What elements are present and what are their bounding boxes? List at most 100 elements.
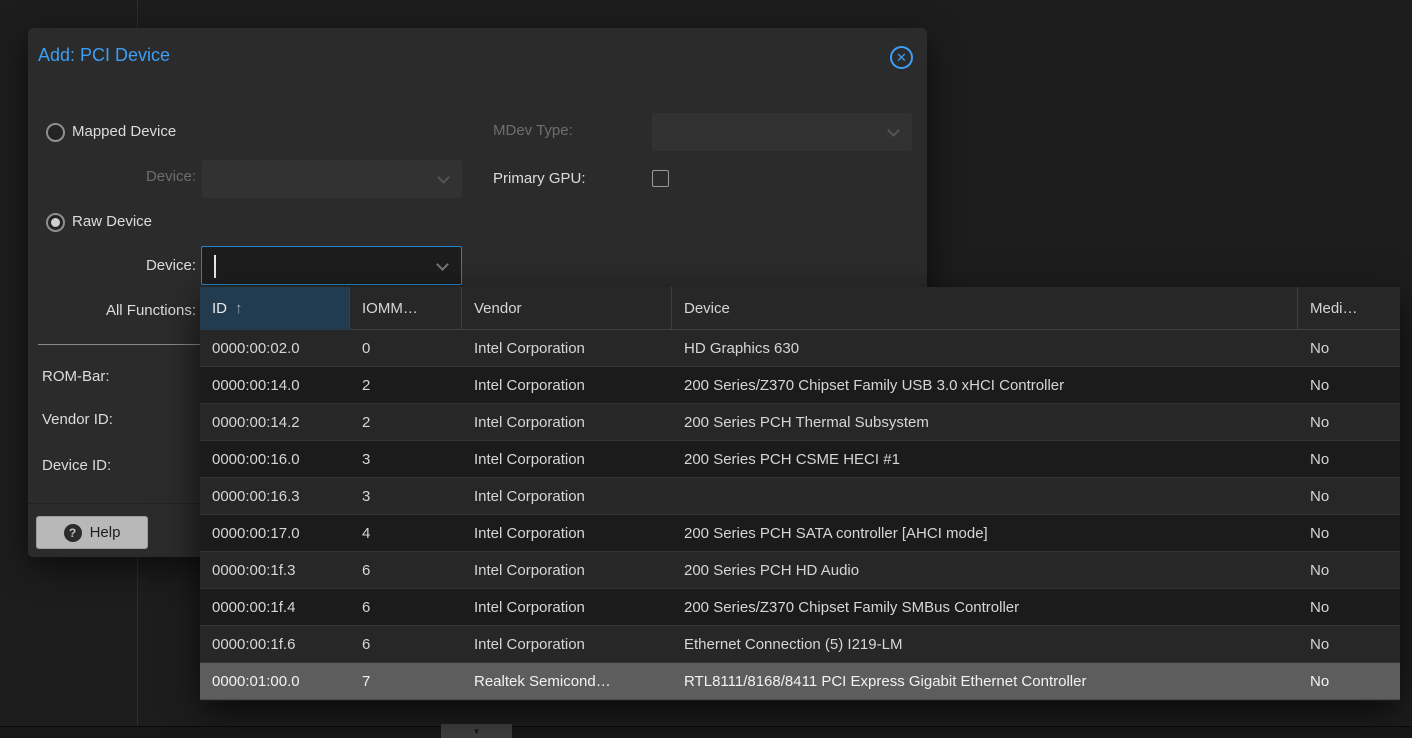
cell-iommu: 3 bbox=[350, 441, 462, 477]
text-caret bbox=[214, 255, 216, 278]
desktop-background: ▼ Add: PCI Device ✕ Mapped Device MDev T… bbox=[0, 0, 1412, 738]
close-icon[interactable]: ✕ bbox=[890, 46, 913, 69]
column-header-label: Vendor bbox=[474, 300, 522, 317]
cell-vendor: Intel Corporation bbox=[462, 552, 672, 588]
cell-device: HD Graphics 630 bbox=[672, 330, 1298, 366]
help-button[interactable]: ? Help bbox=[36, 516, 148, 549]
cell-iommu: 6 bbox=[350, 552, 462, 588]
cell-iommu: 6 bbox=[350, 626, 462, 662]
device-table-body: 0000:00:02.00Intel CorporationHD Graphic… bbox=[200, 330, 1400, 700]
primary-gpu-checkbox[interactable] bbox=[652, 170, 669, 187]
cell-iommu: 0 bbox=[350, 330, 462, 366]
cell-mediated: No bbox=[1298, 367, 1400, 403]
cell-vendor: Intel Corporation bbox=[462, 515, 672, 551]
mdev-type-label: MDev Type: bbox=[493, 121, 573, 141]
column-header-device[interactable]: Device bbox=[672, 287, 1298, 330]
mapped-device-radio[interactable] bbox=[46, 123, 65, 142]
column-header-id[interactable]: ID ↑ bbox=[200, 287, 350, 330]
cell-device bbox=[672, 478, 1298, 514]
cell-vendor: Realtek Semicond… bbox=[462, 663, 672, 699]
mapped-device-radio-label: Mapped Device bbox=[72, 122, 176, 142]
cell-mediated: No bbox=[1298, 404, 1400, 440]
cell-device: 200 Series/Z370 Chipset Family USB 3.0 x… bbox=[672, 367, 1298, 403]
cell-mediated: No bbox=[1298, 589, 1400, 625]
cell-device: Ethernet Connection (5) I219-LM bbox=[672, 626, 1298, 662]
cell-id: 0000:01:00.0 bbox=[200, 663, 350, 699]
device-row[interactable]: 0000:00:14.02Intel Corporation200 Series… bbox=[200, 367, 1400, 404]
all-functions-label: All Functions: bbox=[58, 301, 196, 321]
cell-mediated: No bbox=[1298, 478, 1400, 514]
chevron-down-icon bbox=[887, 124, 900, 137]
mapped-device-combo-label: Device: bbox=[58, 167, 196, 187]
cell-vendor: Intel Corporation bbox=[462, 367, 672, 403]
cell-id: 0000:00:16.0 bbox=[200, 441, 350, 477]
cell-mediated: No bbox=[1298, 626, 1400, 662]
cell-vendor: Intel Corporation bbox=[462, 626, 672, 662]
raw-device-combo-label: Device: bbox=[58, 256, 196, 276]
cell-iommu: 4 bbox=[350, 515, 462, 551]
column-header-label: ID bbox=[212, 300, 227, 317]
chevron-down-icon bbox=[437, 171, 450, 184]
device-row[interactable]: 0000:00:14.22Intel Corporation200 Series… bbox=[200, 404, 1400, 441]
device-table-header: ID ↑ IOMM… Vendor Device Medi… bbox=[200, 287, 1400, 330]
cell-device: 200 Series/Z370 Chipset Family SMBus Con… bbox=[672, 589, 1298, 625]
device-row[interactable]: 0000:00:17.04Intel Corporation200 Series… bbox=[200, 515, 1400, 552]
cell-device: 200 Series PCH SATA controller [AHCI mod… bbox=[672, 515, 1298, 551]
cell-id: 0000:00:16.3 bbox=[200, 478, 350, 514]
device-id-label: Device ID: bbox=[42, 456, 111, 476]
device-row[interactable]: 0000:00:1f.46Intel Corporation200 Series… bbox=[200, 589, 1400, 626]
device-row[interactable]: 0000:00:16.33Intel Corporation No bbox=[200, 478, 1400, 515]
column-header-label: Medi… bbox=[1310, 300, 1358, 317]
sort-asc-icon: ↑ bbox=[235, 300, 243, 317]
cell-id: 0000:00:14.2 bbox=[200, 404, 350, 440]
cell-mediated: No bbox=[1298, 552, 1400, 588]
cell-iommu: 6 bbox=[350, 589, 462, 625]
cell-vendor: Intel Corporation bbox=[462, 404, 672, 440]
vendor-id-label: Vendor ID: bbox=[42, 410, 113, 430]
cell-mediated: No bbox=[1298, 330, 1400, 366]
device-row[interactable]: 0000:00:1f.66Intel CorporationEthernet C… bbox=[200, 626, 1400, 663]
cell-vendor: Intel Corporation bbox=[462, 478, 672, 514]
panel-collapse-handle[interactable]: ▼ bbox=[441, 724, 512, 738]
column-header-iommu[interactable]: IOMM… bbox=[350, 287, 462, 330]
cell-vendor: Intel Corporation bbox=[462, 589, 672, 625]
cell-iommu: 2 bbox=[350, 404, 462, 440]
cell-id: 0000:00:14.0 bbox=[200, 367, 350, 403]
device-row[interactable]: 0000:00:1f.36Intel Corporation200 Series… bbox=[200, 552, 1400, 589]
help-icon: ? bbox=[64, 524, 82, 542]
cell-id: 0000:00:1f.6 bbox=[200, 626, 350, 662]
device-row[interactable]: 0000:01:00.07Realtek Semicond…RTL8111/81… bbox=[200, 663, 1400, 700]
raw-device-radio[interactable] bbox=[46, 213, 65, 232]
cell-vendor: Intel Corporation bbox=[462, 441, 672, 477]
column-header-mediated[interactable]: Medi… bbox=[1298, 287, 1400, 330]
cell-mediated: No bbox=[1298, 663, 1400, 699]
primary-gpu-label: Primary GPU: bbox=[493, 169, 586, 189]
dialog-title: Add: PCI Device bbox=[38, 45, 170, 66]
column-header-vendor[interactable]: Vendor bbox=[462, 287, 672, 330]
device-row[interactable]: 0000:00:02.00Intel CorporationHD Graphic… bbox=[200, 330, 1400, 367]
cell-id: 0000:00:1f.4 bbox=[200, 589, 350, 625]
cell-device: 200 Series PCH HD Audio bbox=[672, 552, 1298, 588]
cell-vendor: Intel Corporation bbox=[462, 330, 672, 366]
cell-iommu: 3 bbox=[350, 478, 462, 514]
column-header-label: Device bbox=[684, 300, 730, 317]
help-button-label: Help bbox=[90, 524, 121, 541]
cell-id: 0000:00:02.0 bbox=[200, 330, 350, 366]
rom-bar-label: ROM-Bar: bbox=[42, 367, 110, 387]
cell-id: 0000:00:17.0 bbox=[200, 515, 350, 551]
cell-iommu: 2 bbox=[350, 367, 462, 403]
cell-id: 0000:00:1f.3 bbox=[200, 552, 350, 588]
cell-mediated: No bbox=[1298, 441, 1400, 477]
cell-device: 200 Series PCH Thermal Subsystem bbox=[672, 404, 1298, 440]
mdev-type-combobox[interactable] bbox=[652, 113, 912, 151]
raw-device-combobox[interactable] bbox=[201, 246, 462, 285]
column-header-label: IOMM… bbox=[362, 300, 418, 317]
raw-device-radio-label: Raw Device bbox=[72, 212, 152, 232]
device-row[interactable]: 0000:00:16.03Intel Corporation200 Series… bbox=[200, 441, 1400, 478]
background-bottom-bar bbox=[0, 726, 1412, 738]
cell-device: RTL8111/8168/8411 PCI Express Gigabit Et… bbox=[672, 663, 1298, 699]
cell-device: 200 Series PCH CSME HECI #1 bbox=[672, 441, 1298, 477]
triangle-down-icon: ▼ bbox=[473, 727, 481, 736]
device-dropdown-list: ID↑IOMM…VendorDeviceMedi… 0000:00:02.00I… bbox=[200, 287, 1400, 701]
mapped-device-combobox[interactable] bbox=[202, 160, 462, 198]
